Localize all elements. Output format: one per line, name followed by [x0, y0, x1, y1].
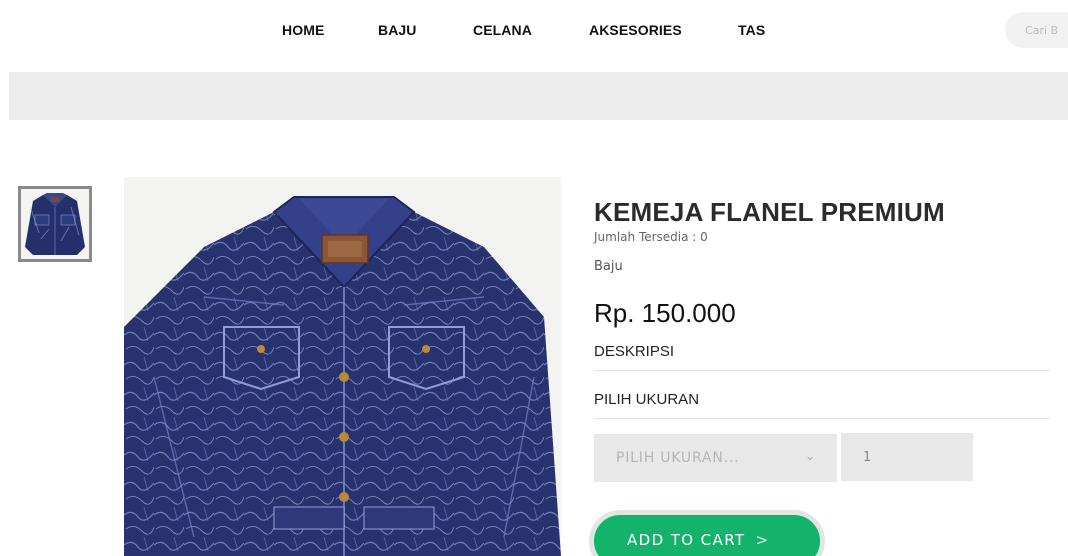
- denim-jacket-image: [124, 177, 561, 556]
- divider: [594, 370, 1050, 371]
- stock-availability: Jumlah Tersedia : 0: [594, 230, 708, 244]
- divider: [594, 418, 1050, 419]
- size-select[interactable]: PILIH UKURAN... ⌄: [594, 434, 837, 482]
- add-to-cart-button[interactable]: ADD TO CART >: [589, 510, 825, 556]
- size-select-value: PILIH UKURAN...: [616, 450, 740, 466]
- product-title: KEMEJA FLANEL PREMIUM: [594, 197, 945, 227]
- chevron-down-icon: ⌄: [805, 449, 816, 463]
- search-input[interactable]: [1005, 12, 1068, 48]
- chevron-right-icon: >: [755, 531, 770, 549]
- top-navigation: HOME BAJU CELANA AKSESORIES TAS: [0, 0, 1068, 60]
- product-main-image: [124, 177, 561, 556]
- description-label[interactable]: DESKRIPSI: [594, 343, 674, 360]
- banner-strip: [9, 72, 1068, 120]
- add-to-cart-label: ADD TO CART: [627, 531, 746, 549]
- nav-item-baju[interactable]: BAJU: [378, 22, 417, 38]
- nav-item-celana[interactable]: CELANA: [473, 22, 532, 38]
- nav-item-tas[interactable]: TAS: [738, 22, 765, 38]
- product-category: Baju: [594, 259, 623, 274]
- denim-jacket-thumbnail-image: [21, 189, 89, 259]
- quantity-input[interactable]: [841, 433, 973, 481]
- product-thumbnail[interactable]: [18, 186, 92, 262]
- nav-item-home[interactable]: HOME: [282, 22, 324, 38]
- nav-item-aksesories[interactable]: AKSESORIES: [589, 22, 682, 38]
- size-section-label: PILIH UKURAN: [594, 391, 700, 408]
- product-price: Rp. 150.000: [594, 298, 736, 328]
